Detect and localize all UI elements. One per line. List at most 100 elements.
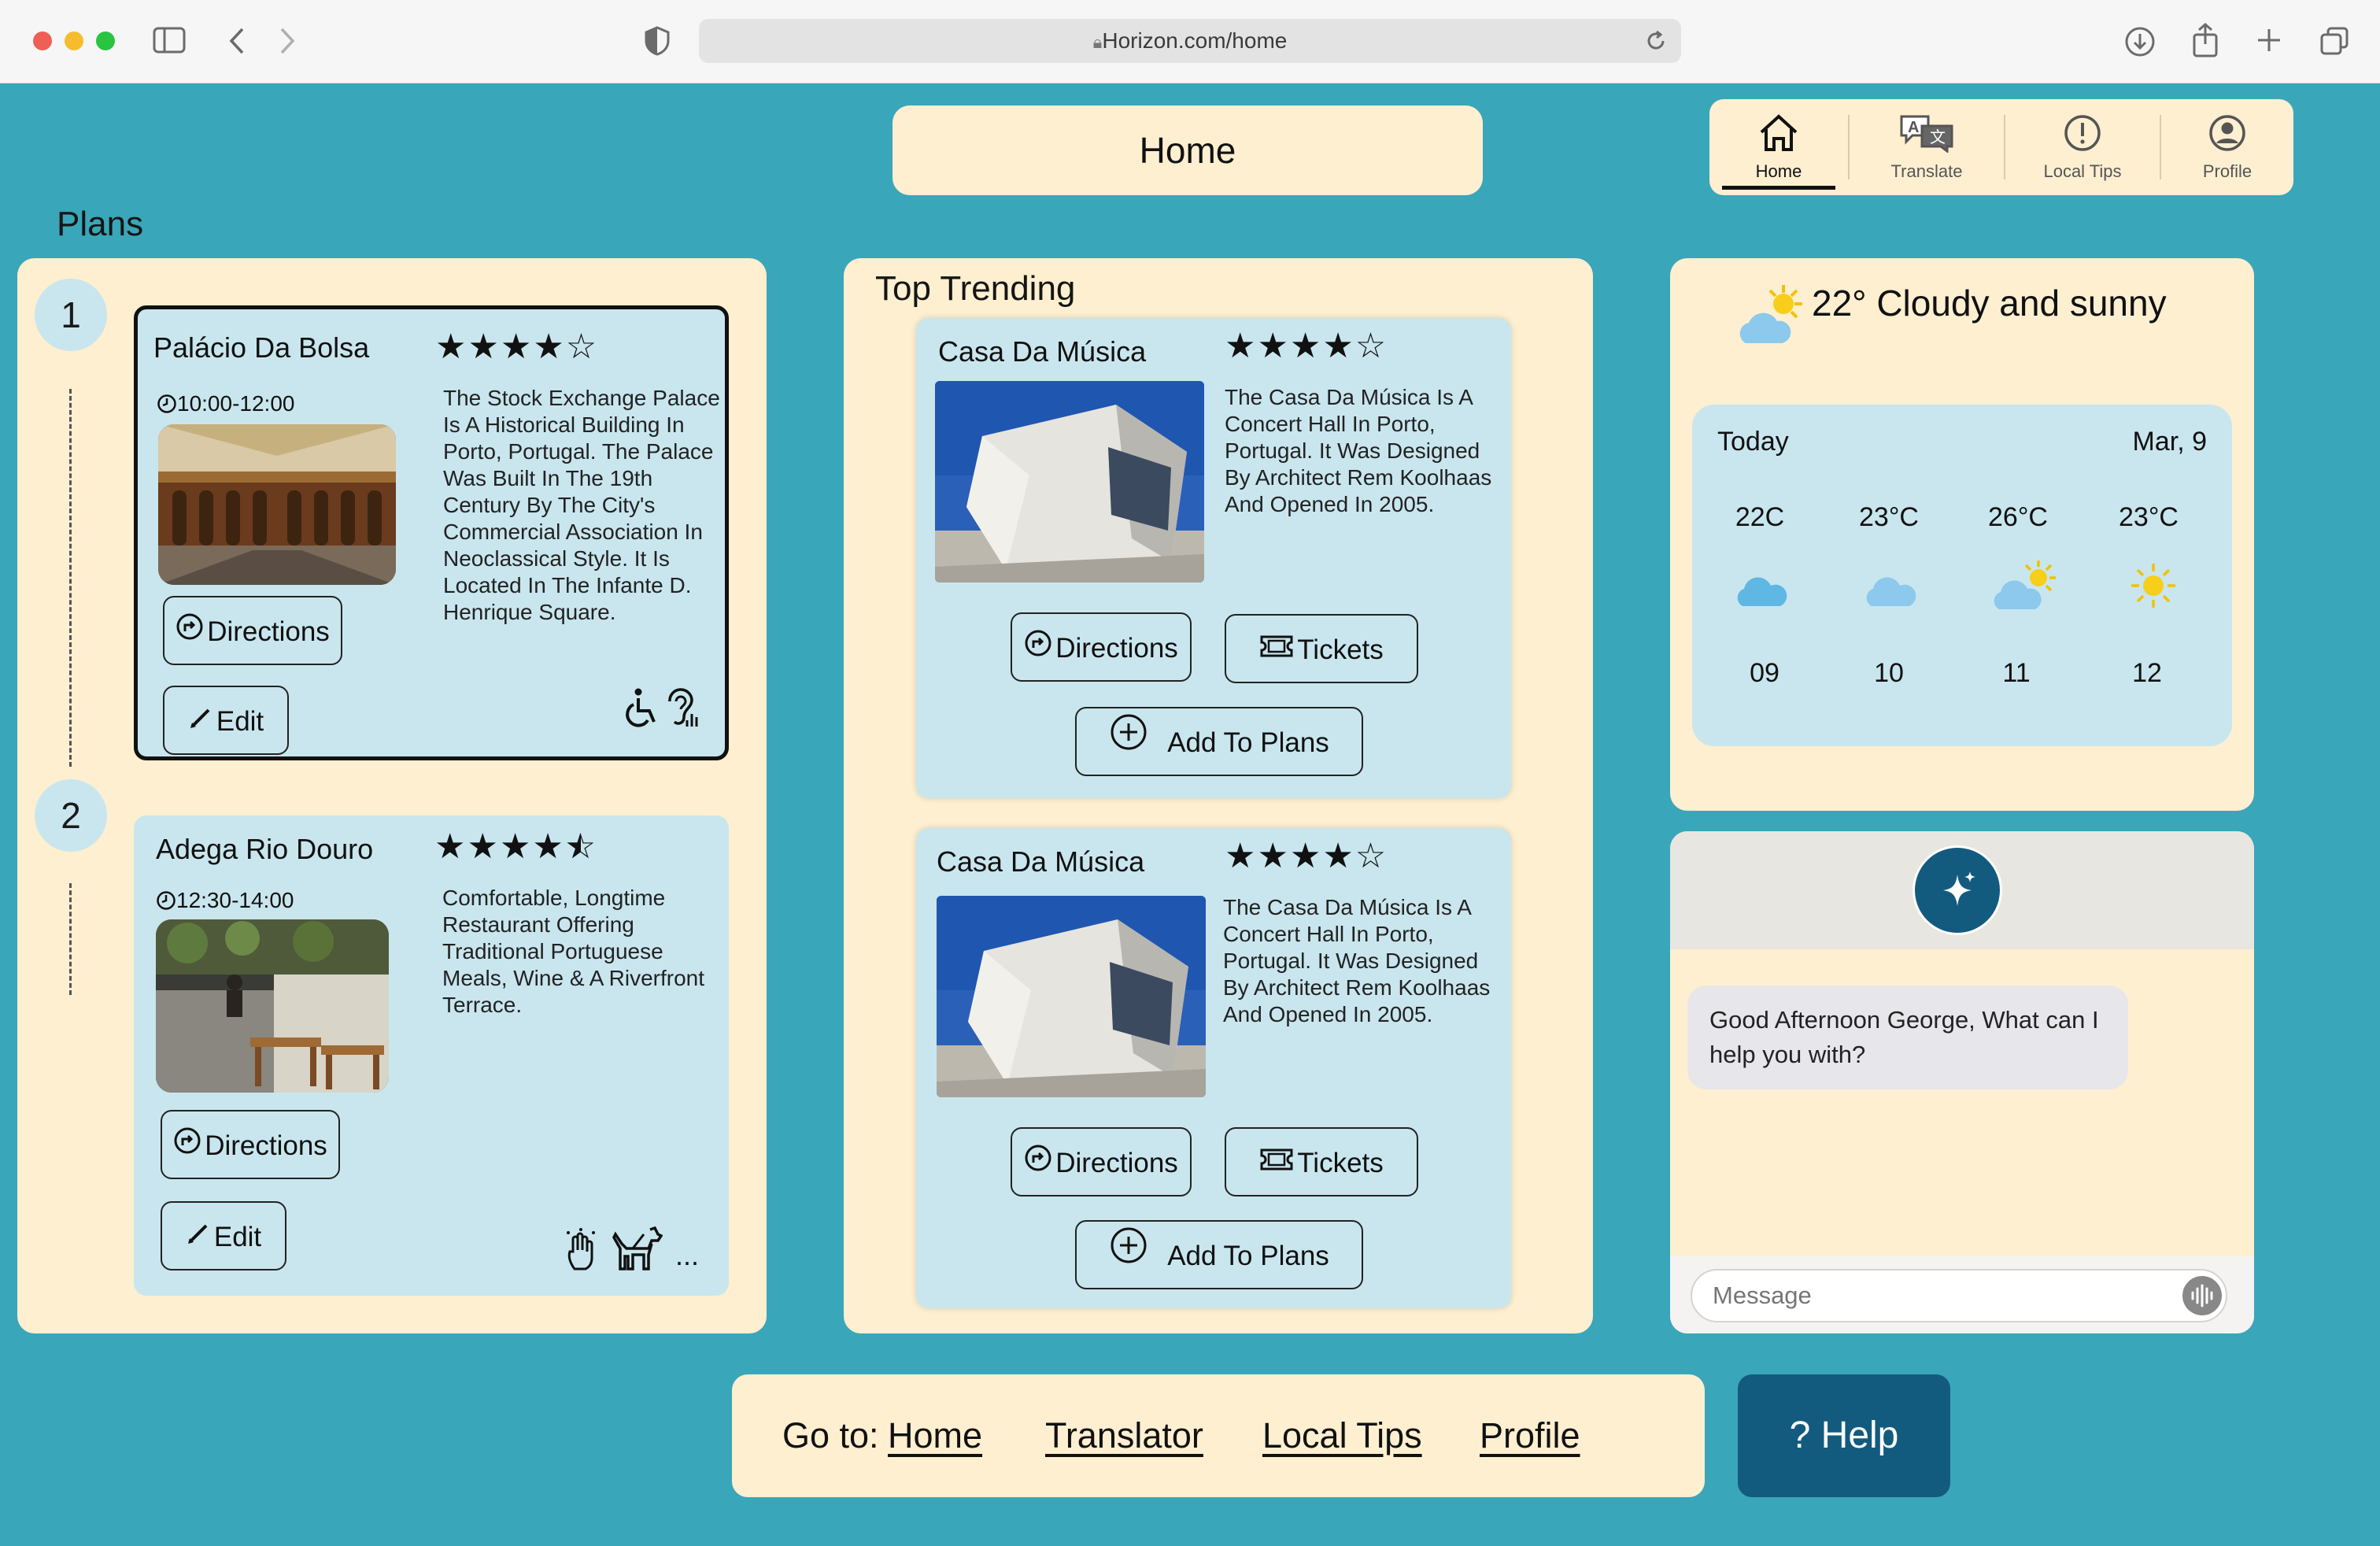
- button-label: Edit: [213, 1221, 262, 1252]
- nav-item-local-tips[interactable]: Local Tips: [2005, 99, 2160, 195]
- minimize-window-button[interactable]: [65, 31, 83, 50]
- profile-icon: [2161, 113, 2293, 157]
- close-window-button[interactable]: [33, 31, 52, 50]
- url-value: Horizon.com/home: [1102, 28, 1288, 53]
- pencil-icon: [186, 1204, 211, 1270]
- plan-card[interactable]: Adega Rio Douro ★★★★★☆ 12:30-14:00 Comfo…: [134, 816, 729, 1296]
- hearing-icon: [663, 686, 701, 734]
- plus-circle-icon: [1109, 710, 1148, 776]
- casa-da-musica-photo: [937, 896, 1206, 1097]
- tickets-button[interactable]: Tickets: [1225, 614, 1418, 683]
- nav-label: Profile: [2202, 161, 2252, 181]
- button-label: Add To Plans: [1167, 727, 1329, 758]
- timeline-connector: [69, 389, 72, 767]
- tickets-button[interactable]: Tickets: [1225, 1127, 1418, 1196]
- plan-number-badge: 1: [35, 279, 107, 351]
- star-rating: ★★★★☆: [1225, 326, 1388, 366]
- home-icon: [1709, 113, 1848, 157]
- hour-temp: 23°C: [1859, 502, 1919, 532]
- ticket-icon: [1259, 1130, 1294, 1196]
- place-name: Casa Da Música: [938, 335, 1147, 368]
- directions-button[interactable]: Directions: [1011, 1127, 1192, 1196]
- svg-text:文: 文: [1930, 128, 1946, 146]
- zoom-window-button[interactable]: [96, 31, 115, 50]
- url-text: 🔒︎Horizon.com/home: [699, 19, 1681, 63]
- edit-button[interactable]: Edit: [161, 1201, 286, 1270]
- pencil-icon: [188, 689, 213, 755]
- partly-sunny-icon: [1735, 282, 1807, 357]
- trending-card[interactable]: Casa Da Música ★★★★☆ The Casa Da Música …: [916, 828, 1511, 1308]
- plan-card[interactable]: Palácio Da Bolsa ★★★★☆ 10:00-12:00 The S…: [134, 305, 729, 760]
- privacy-shield-icon[interactable]: [644, 25, 671, 61]
- timeline-connector: [69, 883, 72, 995]
- button-label: Directions: [1055, 632, 1178, 664]
- footer-link-local-tips[interactable]: Local Tips: [1262, 1374, 1422, 1497]
- back-icon[interactable]: [227, 25, 247, 61]
- forecast-date: Mar, 9: [2132, 427, 2207, 457]
- trending-heading: Top Trending: [875, 269, 1076, 308]
- hour-temp: 22C: [1735, 502, 1785, 532]
- trending-card[interactable]: Casa Da Música ★★★★☆ The Casa Da Música …: [916, 318, 1511, 798]
- directions-button[interactable]: Directions: [1011, 612, 1192, 682]
- more-icon[interactable]: ...: [675, 1239, 699, 1272]
- plan-description: The Stock Exchange Palace Is A Historica…: [443, 386, 720, 624]
- directions-icon: [1024, 1130, 1052, 1196]
- directions-button[interactable]: Directions: [161, 1110, 340, 1179]
- nav-label: Local Tips: [2043, 161, 2122, 181]
- message-input[interactable]: [1691, 1269, 2227, 1322]
- hour-temp: 26°C: [1988, 502, 2048, 532]
- adega-rio-douro-photo: [156, 919, 389, 1093]
- plan-description: Comfortable, Longtime Restaurant Offerin…: [442, 886, 705, 1017]
- directions-icon: [176, 599, 204, 665]
- share-icon[interactable]: [2191, 22, 2219, 62]
- plan-name: Adega Rio Douro: [156, 833, 374, 865]
- new-tab-icon[interactable]: [2256, 27, 2282, 57]
- hour-label: 12: [2132, 658, 2162, 688]
- place-name: Casa Da Música: [937, 845, 1145, 878]
- nav-item-profile[interactable]: Profile: [2161, 99, 2293, 195]
- downloads-icon[interactable]: [2123, 25, 2156, 62]
- footer-link-home[interactable]: Home: [888, 1374, 982, 1497]
- place-description: The Casa Da Música Is A Concert Hall In …: [1225, 385, 1492, 516]
- plan-number-badge: 2: [35, 779, 107, 852]
- footer-nav: Go to: Home Translator Local Tips Profil…: [732, 1374, 1705, 1497]
- forward-icon[interactable]: [277, 25, 298, 61]
- hour-temp: 23°C: [2119, 502, 2179, 532]
- plan-time: 10:00-12:00: [157, 391, 294, 416]
- add-to-plans-button[interactable]: Add To Plans: [1075, 707, 1363, 776]
- star-rating-value: ★★★★: [434, 827, 565, 867]
- button-label: Tickets: [1297, 1147, 1384, 1178]
- button-label: Edit: [216, 705, 264, 737]
- cloud-icon: [1862, 573, 1919, 613]
- voice-input-icon[interactable]: [2182, 1275, 2223, 1320]
- current-weather: 22° Cloudy and sunny: [1812, 283, 2167, 324]
- address-bar[interactable]: 🔒︎Horizon.com/home: [699, 19, 1681, 63]
- star-rating: ★★★★☆: [1225, 836, 1388, 876]
- button-label: Add To Plans: [1167, 1240, 1329, 1271]
- edit-button[interactable]: Edit: [163, 686, 289, 755]
- plan-time-value: 12:30-14:00: [176, 888, 294, 912]
- hourly-forecast: Today Mar, 9 22C 23°C 26°C 23°C 09 10 11…: [1692, 405, 2232, 746]
- tab-overview-icon[interactable]: [2319, 25, 2350, 61]
- nav-label: Translate: [1890, 161, 1963, 181]
- clock-icon: [156, 888, 176, 912]
- touch-icon: [564, 1228, 598, 1276]
- alert-circle-icon: [2005, 113, 2160, 157]
- plan-time: 12:30-14:00: [156, 888, 294, 913]
- forecast-day: Today: [1717, 427, 1789, 457]
- nav-item-translate[interactable]: A文 Translate: [1850, 99, 2004, 195]
- footer-link-translator[interactable]: Translator: [1045, 1374, 1203, 1497]
- partly-sunny-icon: [1990, 559, 2062, 616]
- ai-assistant-button[interactable]: [1913, 845, 2002, 935]
- add-to-plans-button[interactable]: Add To Plans: [1075, 1220, 1363, 1289]
- browser-toolbar: 🔒︎Horizon.com/home: [0, 0, 2380, 83]
- nav-label: Home: [1755, 161, 1802, 181]
- reload-icon[interactable]: [1645, 30, 1667, 56]
- directions-button[interactable]: Directions: [163, 596, 342, 665]
- sidebar-toggle-icon[interactable]: [153, 27, 186, 57]
- footer-link-profile[interactable]: Profile: [1480, 1374, 1580, 1497]
- nav-item-home[interactable]: Home: [1709, 99, 1848, 195]
- place-description: The Casa Da Música Is A Concert Hall In …: [1223, 895, 1491, 1026]
- help-button[interactable]: ? Help: [1738, 1374, 1950, 1497]
- button-label: Directions: [1055, 1147, 1178, 1178]
